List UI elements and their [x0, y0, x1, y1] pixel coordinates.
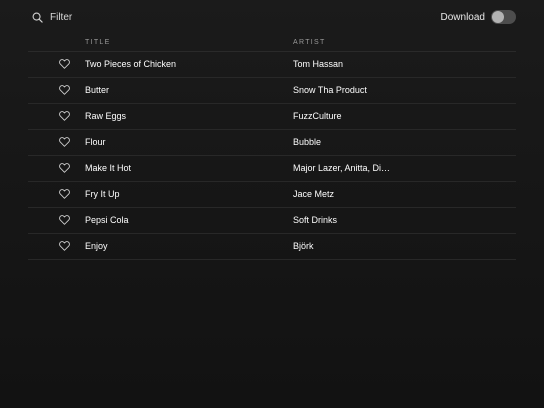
track-artist[interactable]: FuzzCulture	[293, 111, 342, 121]
track-row[interactable]: Butter Snow Tha Product	[28, 78, 516, 104]
track-row[interactable]: Make It Hot Major Lazer, Anitta, Di…	[28, 156, 516, 182]
track-title: Flour	[85, 137, 106, 147]
track-row[interactable]: Enjoy Björk	[28, 234, 516, 260]
track-row[interactable]: Raw Eggs FuzzCulture	[28, 104, 516, 130]
heart-icon[interactable]	[59, 241, 70, 251]
track-row[interactable]: Flour Bubble	[28, 130, 516, 156]
track-artist[interactable]: Björk	[293, 241, 314, 251]
heart-icon[interactable]	[59, 85, 70, 95]
track-row[interactable]: Pepsi Cola Soft Drinks	[28, 208, 516, 234]
track-title: Two Pieces of Chicken	[85, 59, 177, 69]
filter-box[interactable]	[32, 8, 140, 26]
toggle-knob	[492, 11, 504, 23]
track-artist[interactable]: Bubble	[293, 137, 321, 147]
track-title: Enjoy	[85, 241, 108, 251]
track-row[interactable]: Two Pieces of Chicken Tom Hassan	[28, 52, 516, 78]
track-title: Raw Eggs	[85, 111, 127, 121]
heart-icon[interactable]	[59, 189, 70, 199]
heart-icon[interactable]	[59, 215, 70, 225]
column-header-artist[interactable]: ARTIST	[293, 39, 326, 46]
track-title: Pepsi Cola	[85, 215, 129, 225]
track-title: Butter	[85, 85, 110, 95]
filter-input[interactable]	[50, 11, 140, 23]
track-artist[interactable]: Snow Tha Product	[293, 85, 367, 95]
heart-icon[interactable]	[59, 111, 70, 121]
heart-icon[interactable]	[59, 163, 70, 173]
track-list: TITLE ARTIST Two Pieces of Chicken Tom H…	[28, 34, 516, 260]
download-toggle[interactable]	[491, 10, 516, 24]
track-title: Make It Hot	[85, 163, 132, 173]
track-list-header: TITLE ARTIST	[28, 34, 516, 52]
track-artist[interactable]: Major Lazer, Anitta, Di…	[293, 163, 390, 173]
track-title: Fry It Up	[85, 189, 120, 199]
track-artist[interactable]: Tom Hassan	[293, 59, 343, 69]
track-artist[interactable]: Jace Metz	[293, 189, 334, 199]
top-bar: Download	[0, 0, 544, 34]
download-label: Download	[440, 11, 485, 23]
column-header-title[interactable]: TITLE	[85, 39, 111, 46]
download-control: Download	[441, 8, 516, 26]
heart-icon[interactable]	[59, 137, 70, 147]
search-icon	[32, 12, 43, 23]
track-artist[interactable]: Soft Drinks	[293, 215, 337, 225]
heart-icon[interactable]	[59, 59, 70, 69]
track-row[interactable]: Fry It Up Jace Metz	[28, 182, 516, 208]
